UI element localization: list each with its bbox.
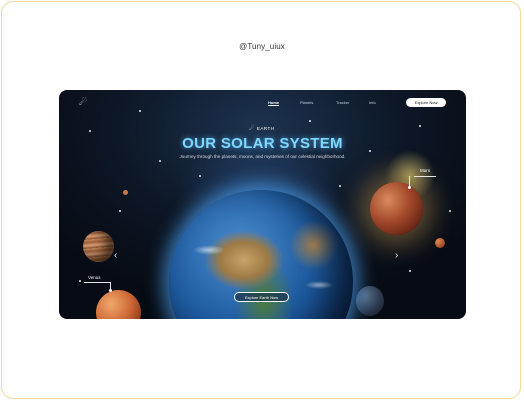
nav-info[interactable]: Info bbox=[369, 100, 376, 105]
mars-callout-line bbox=[414, 176, 436, 177]
mars-label: Mars bbox=[420, 168, 430, 173]
chevron-left-icon[interactable]: ‹ bbox=[114, 251, 117, 261]
explore-now-button[interactable]: Explore Now bbox=[406, 98, 446, 107]
brand-label: ☄ EARTH bbox=[249, 125, 275, 132]
venus-callout-dot bbox=[109, 289, 112, 292]
venus-label: Venus bbox=[88, 275, 101, 280]
brand-text: EARTH bbox=[256, 126, 275, 131]
nav-tracker[interactable]: Tracker bbox=[336, 100, 349, 105]
planet-logo-icon[interactable]: ☄ bbox=[79, 98, 89, 107]
mars-planet[interactable] bbox=[370, 182, 423, 235]
venus-planet[interactable] bbox=[96, 290, 141, 319]
small-planet bbox=[123, 190, 128, 195]
venus-callout-line bbox=[84, 282, 110, 283]
nav-home[interactable]: Home bbox=[268, 100, 279, 105]
mars-callout-line bbox=[409, 176, 410, 186]
brand-logo-icon: ☄ bbox=[249, 126, 255, 132]
small-planet bbox=[435, 238, 445, 248]
jupiter-planet bbox=[83, 231, 114, 262]
top-navigation: ☄ Home Planets Tracker Info Explore Now bbox=[59, 90, 466, 114]
website-preview: ☄ Home Planets Tracker Info Explore Now … bbox=[59, 90, 466, 319]
chevron-right-icon[interactable]: › bbox=[395, 251, 398, 261]
distant-planet bbox=[356, 286, 384, 316]
mars-callout-dot bbox=[408, 186, 411, 189]
nav-planets[interactable]: Planets bbox=[300, 100, 313, 105]
explore-earth-button[interactable]: Explore Earth Now bbox=[234, 292, 289, 302]
author-handle: @Tuny_uiux bbox=[239, 42, 285, 51]
